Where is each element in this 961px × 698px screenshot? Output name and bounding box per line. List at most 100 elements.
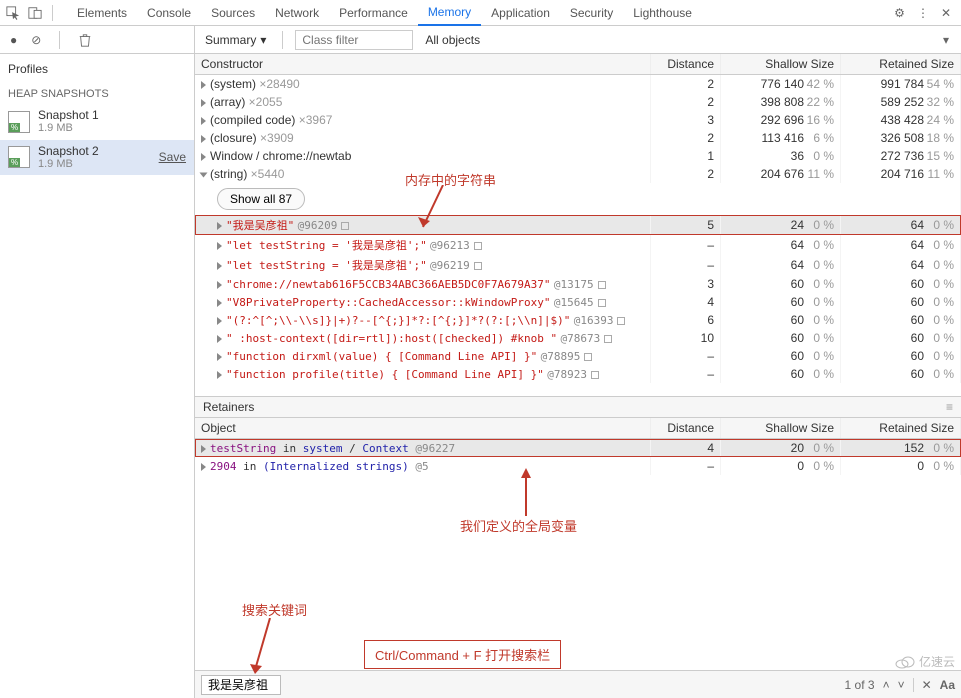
expand-icon[interactable] <box>201 81 206 89</box>
tab-memory[interactable]: Memory <box>418 0 481 26</box>
tab-security[interactable]: Security <box>560 0 623 26</box>
toolbar-left <box>0 5 61 21</box>
toolbar-right: ⚙ ⋮ ✕ <box>894 6 961 20</box>
separator <box>913 678 914 692</box>
expand-icon[interactable] <box>217 281 222 289</box>
view-dropdown[interactable]: Summary ▾ <box>201 31 270 49</box>
snapshot-icon <box>8 146 30 168</box>
col-retained[interactable]: Retained Size <box>841 54 961 75</box>
chevron-down-icon[interactable]: ▾ <box>943 33 949 47</box>
box-icon <box>598 299 606 307</box>
expand-icon[interactable] <box>217 371 222 379</box>
tab-console[interactable]: Console <box>137 0 201 26</box>
string-row[interactable]: "V8PrivateProperty::CachedAccessor::kWin… <box>195 293 961 311</box>
search-next-icon[interactable]: ˅ <box>898 678 905 692</box>
box-icon <box>341 222 349 230</box>
tab-network[interactable]: Network <box>265 0 329 26</box>
show-all-button[interactable]: Show all 87 <box>217 188 305 210</box>
save-link[interactable]: Save <box>159 150 186 164</box>
col-object[interactable]: Object <box>195 418 651 439</box>
tab-application[interactable]: Application <box>481 0 560 26</box>
chevron-down-icon: ▾ <box>260 33 266 47</box>
expand-icon[interactable] <box>217 262 222 270</box>
constructor-row[interactable]: (system) ×28490 2 776 14042 % 991 78454 … <box>195 75 961 94</box>
box-icon <box>474 242 482 250</box>
device-toggle-icon[interactable] <box>28 6 42 20</box>
snapshot-name: Snapshot 1 <box>38 108 99 122</box>
kebab-menu-icon[interactable]: ⋮ <box>917 6 929 20</box>
inspect-icon[interactable] <box>6 6 20 20</box>
col-distance[interactable]: Distance <box>651 54 721 75</box>
expand-icon[interactable] <box>217 335 222 343</box>
close-search-icon[interactable]: ✕ <box>922 678 932 692</box>
search-counter: 1 of 3 <box>845 678 875 692</box>
box-icon <box>598 281 606 289</box>
expand-icon[interactable] <box>201 135 206 143</box>
tab-lighthouse[interactable]: Lighthouse <box>623 0 702 26</box>
constructor-row[interactable]: (closure) ×3909 2 113 4166 % 326 50818 % <box>195 129 961 147</box>
constructor-row[interactable]: Window / chrome://newtab 1 360 % 272 736… <box>195 147 961 165</box>
annotation-box: Ctrl/Command + F 打开搜索栏 <box>364 640 561 669</box>
trash-icon[interactable] <box>78 33 92 47</box>
record-icon[interactable]: ● <box>10 33 17 47</box>
string-row[interactable]: "function profile(title) { [Command Line… <box>195 365 961 383</box>
expand-icon[interactable] <box>217 299 222 307</box>
retainer-row[interactable]: testString in system / Context @96227 4 … <box>195 439 961 458</box>
retainers-grid[interactable]: Object Distance Shallow Size Retained Si… <box>195 418 961 638</box>
snapshot-item-1[interactable]: Snapshot 1 1.9 MB <box>0 104 194 140</box>
main-area: ● ⊘ Profiles HEAP SNAPSHOTS Snapshot 1 1… <box>0 26 961 698</box>
expand-icon[interactable] <box>217 242 222 250</box>
search-input[interactable] <box>201 675 281 695</box>
constructor-row[interactable]: (array) ×2055 2 398 80822 % 589 25232 % <box>195 93 961 111</box>
tab-performance[interactable]: Performance <box>329 0 418 26</box>
col-shallow[interactable]: Shallow Size <box>721 418 841 439</box>
search-prev-icon[interactable]: ˄ <box>883 678 890 692</box>
watermark-logo: 亿速云 <box>895 653 955 670</box>
subbar-separator <box>59 31 60 49</box>
box-icon <box>591 371 599 379</box>
close-devtools-icon[interactable]: ✕ <box>941 6 951 20</box>
tab-elements[interactable]: Elements <box>67 0 137 26</box>
expand-icon[interactable] <box>200 172 208 177</box>
subbar-separator <box>282 31 283 49</box>
col-distance[interactable]: Distance <box>651 418 721 439</box>
string-row[interactable]: "chrome://newtab616F5CCB34ABC366AEB5DC0F… <box>195 275 961 293</box>
no-entry-icon[interactable]: ⊘ <box>31 33 41 47</box>
string-row[interactable]: "let testString = '我是吴彦祖';" @96219 – 640… <box>195 255 961 275</box>
expand-icon[interactable] <box>201 153 206 161</box>
expand-icon[interactable] <box>201 445 206 453</box>
expand-icon[interactable] <box>217 317 222 325</box>
constructors-grid[interactable]: Constructor Distance Shallow Size Retain… <box>195 54 961 396</box>
retainer-row[interactable]: 2904 in (Internalized strings) @5 – 00 %… <box>195 457 961 475</box>
constructor-row[interactable]: (string) ×5440 2 204 67611 % 204 71611 % <box>195 165 961 183</box>
string-row[interactable]: " :host-context([dir=rtl]):host([checked… <box>195 329 961 347</box>
tab-sources[interactable]: Sources <box>201 0 265 26</box>
settings-gear-icon[interactable]: ⚙ <box>894 6 905 20</box>
match-case-icon[interactable]: Aa <box>940 678 955 692</box>
constructor-row[interactable]: (compiled code) ×3967 3 292 69616 % 438 … <box>195 111 961 129</box>
col-retained[interactable]: Retained Size <box>841 418 961 439</box>
string-row[interactable]: "let testString = '我是吴彦祖';" @96213 – 640… <box>195 235 961 255</box>
toolbar-separator <box>52 5 53 21</box>
profiles-header: Profiles <box>0 54 194 84</box>
expand-icon[interactable] <box>201 99 206 107</box>
string-row[interactable]: "(?:^[^;\\-\\s]}|+)?--[^{;}]*?:[^{;}]*?(… <box>195 311 961 329</box>
scope-dropdown[interactable]: All objects <box>421 31 484 49</box>
box-icon <box>584 353 592 361</box>
panel-menu-icon[interactable]: ≡ <box>946 400 953 414</box>
class-filter-input[interactable] <box>295 30 413 50</box>
col-constructor[interactable]: Constructor <box>195 54 651 75</box>
string-row[interactable]: "function dirxml(value) { [Command Line … <box>195 347 961 365</box>
string-row[interactable]: "我是吴彦祖" @96209 5 240 % 640 % <box>195 215 961 235</box>
expand-icon[interactable] <box>201 463 206 471</box>
expand-icon[interactable] <box>201 117 206 125</box>
expand-icon[interactable] <box>217 222 222 230</box>
search-bar: 1 of 3 ˄ ˅ ✕ Aa <box>195 670 961 698</box>
snapshot-name: Snapshot 2 <box>38 144 99 158</box>
expand-icon[interactable] <box>217 353 222 361</box>
col-shallow[interactable]: Shallow Size <box>721 54 841 75</box>
box-icon <box>617 317 625 325</box>
profiles-sidebar: ● ⊘ Profiles HEAP SNAPSHOTS Snapshot 1 1… <box>0 26 195 698</box>
box-icon <box>474 262 482 270</box>
snapshot-item-2[interactable]: Snapshot 2 1.9 MB Save <box>0 140 194 176</box>
